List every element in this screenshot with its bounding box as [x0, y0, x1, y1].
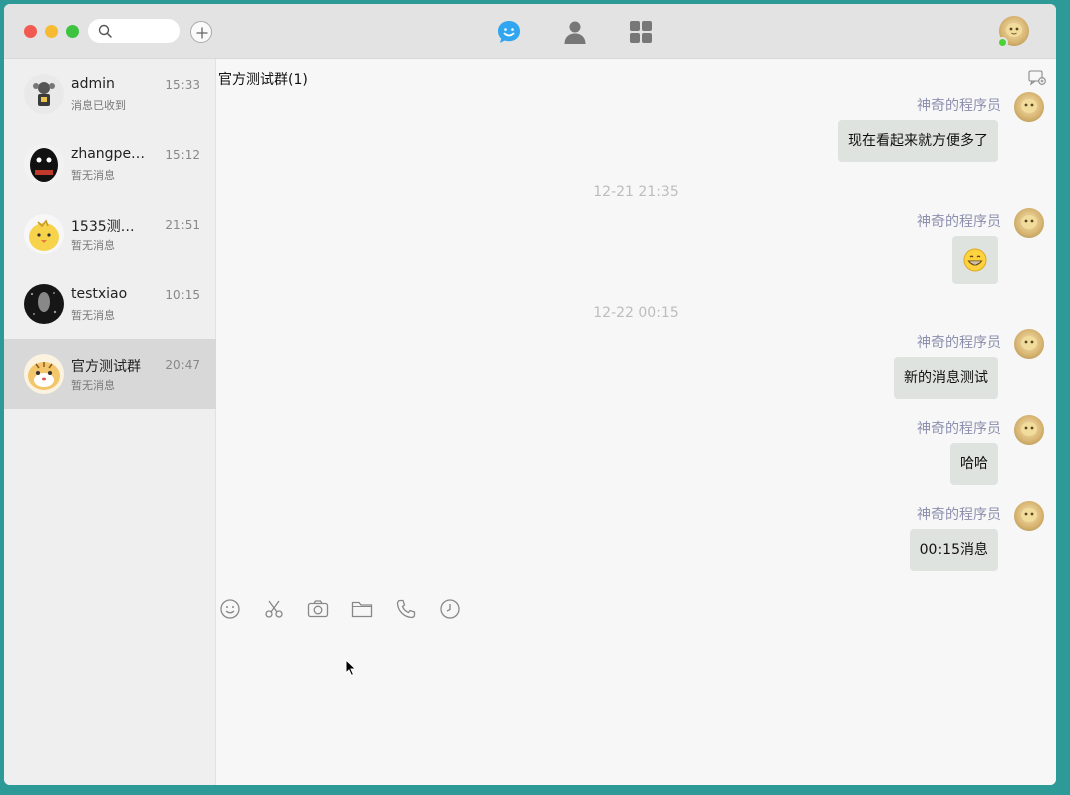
chat-icon: [498, 21, 520, 43]
conversation-time: 10:15: [165, 288, 200, 302]
emoji-icon: [220, 599, 240, 619]
history-button[interactable]: [438, 597, 462, 621]
input-toolbar: [216, 597, 1056, 621]
scissors-icon: [265, 600, 283, 618]
conversation-time: 15:33: [165, 78, 200, 92]
phone-icon: [396, 599, 416, 619]
message-avatar[interactable]: [1014, 208, 1044, 238]
message-input[interactable]: [216, 629, 1056, 785]
add-button[interactable]: [190, 21, 212, 43]
close-window-button[interactable]: [24, 25, 37, 38]
message-bubble[interactable]: 00:15消息: [909, 529, 998, 571]
nav-chat-tab[interactable]: [495, 18, 523, 46]
message-sender: 神奇的程序员: [917, 421, 1001, 437]
folder-icon: [351, 601, 373, 618]
avatar: [24, 214, 64, 254]
message-avatar[interactable]: [1014, 415, 1044, 445]
search-input[interactable]: [88, 19, 180, 43]
nav-contacts-tab[interactable]: [561, 18, 589, 46]
conversation-item-admin[interactable]: admin 15:33 消息已收到: [4, 59, 216, 129]
minimize-window-button[interactable]: [45, 25, 58, 38]
user-avatar-icon: [1021, 508, 1037, 522]
avatar: [24, 144, 64, 184]
contacts-icon: [564, 21, 586, 44]
conversation-item-official-group[interactable]: 官方测试群 20:47 暂无消息: [4, 339, 216, 409]
conversation-item-zhangpe[interactable]: zhangpe… 15:12 暂无消息: [4, 129, 216, 199]
conversation-list: admin 15:33 消息已收到 zhangpe… 15:12 暂无消息 15…: [4, 59, 216, 785]
user-avatar-icon: [1021, 422, 1037, 436]
message-sender: 神奇的程序员: [917, 214, 1001, 230]
online-status-indicator: [997, 37, 1008, 48]
camera-button[interactable]: [306, 597, 330, 621]
user-avatar-icon: [1021, 99, 1037, 113]
tiger-avatar-icon: [24, 354, 64, 394]
conversation-name: zhangpe…: [71, 146, 146, 162]
conversation-item-1535[interactable]: 1535测… 21:51 暂无消息: [4, 199, 216, 269]
message-sender: 神奇的程序员: [917, 335, 1001, 351]
maximize-window-button[interactable]: [66, 25, 79, 38]
user-avatar-icon: [1021, 336, 1037, 350]
message-bubble[interactable]: 新的消息测试: [894, 357, 998, 399]
nav-apps-tab[interactable]: [627, 18, 655, 46]
conversation-time: 20:47: [165, 358, 200, 372]
avatar: [24, 74, 64, 114]
conversation-preview: 暂无消息: [71, 169, 115, 182]
emoji-button[interactable]: [218, 597, 242, 621]
message-sender: 神奇的程序员: [917, 98, 1001, 114]
chat-settings-icon[interactable]: [1028, 70, 1046, 86]
conversation-name: 1535测…: [71, 219, 135, 235]
dark-character-avatar-icon: [24, 144, 64, 184]
plus-icon: [196, 27, 208, 39]
message-avatar[interactable]: [1014, 501, 1044, 531]
message-bubble[interactable]: 哈哈: [950, 443, 998, 485]
conversation-preview: 暂无消息: [71, 239, 115, 252]
call-button[interactable]: [394, 597, 418, 621]
message-timestamp: 12-22 00:15: [593, 305, 679, 321]
conversation-name: testxiao: [71, 286, 128, 302]
robot-avatar-icon: [24, 74, 64, 114]
camera-icon: [307, 600, 329, 618]
chat-panel: 官方测试群(1) 神奇的程序员 现在看起来就方便多了 12-21 21:35 神…: [216, 59, 1056, 785]
user-avatar-icon: [1021, 215, 1037, 229]
message-sender: 神奇的程序员: [917, 507, 1001, 523]
avatar: [24, 354, 64, 394]
conversation-time: 15:12: [165, 148, 200, 162]
mouse-cursor-icon: [345, 659, 357, 677]
message-avatar[interactable]: [1014, 329, 1044, 359]
message-avatar[interactable]: [1014, 92, 1044, 122]
message-timestamp: 12-21 21:35: [593, 184, 679, 200]
conversation-preview: 暂无消息: [71, 309, 115, 322]
app-window: admin 15:33 消息已收到 zhangpe… 15:12 暂无消息 15…: [4, 4, 1056, 785]
conversation-name: 官方测试群: [71, 359, 141, 375]
title-bar: [4, 4, 1056, 59]
conversation-preview: 消息已收到: [71, 99, 126, 112]
chat-title: 官方测试群(1): [218, 72, 308, 88]
conversation-item-testxiao[interactable]: testxiao 10:15 暂无消息: [4, 269, 216, 339]
dark-photo-avatar-icon: [24, 284, 64, 324]
file-button[interactable]: [350, 597, 374, 621]
search-icon: [98, 24, 112, 38]
screenshot-button[interactable]: [262, 597, 286, 621]
apps-grid-icon: [630, 21, 652, 43]
avatar: [24, 284, 64, 324]
conversation-preview: 暂无消息: [71, 379, 115, 392]
conversation-time: 21:51: [165, 218, 200, 232]
message-bubble[interactable]: [952, 236, 998, 284]
chick-avatar-icon: [24, 214, 64, 254]
conversation-name: admin: [71, 76, 115, 92]
grinning-emoji-icon: [963, 248, 987, 272]
history-clock-icon: [440, 599, 460, 619]
message-bubble[interactable]: 现在看起来就方便多了: [838, 120, 998, 162]
